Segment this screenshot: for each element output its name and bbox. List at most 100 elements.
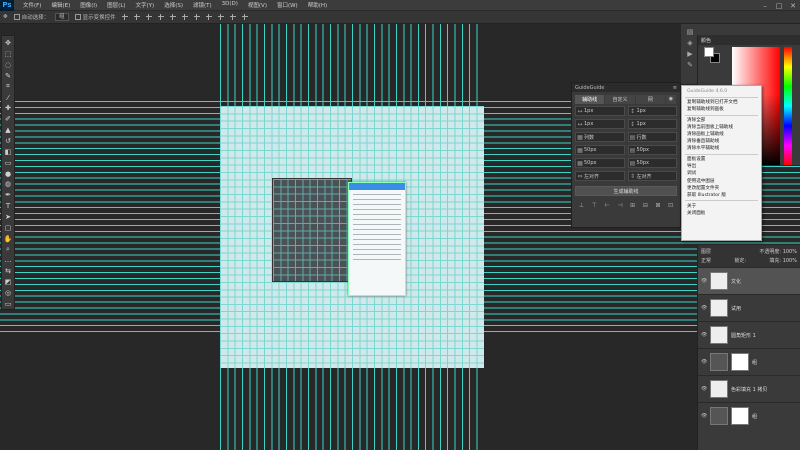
context-menu-item[interactable]: 关于: [682, 203, 761, 210]
hand-tool-icon[interactable]: ✋: [3, 234, 13, 244]
fill-label[interactable]: 填充: 100%: [769, 257, 797, 264]
layer-row[interactable]: 👁 组: [698, 402, 800, 429]
distribute-icon[interactable]: [193, 13, 201, 21]
3d-mode-icon[interactable]: [229, 13, 237, 21]
context-menu-item[interactable]: 更改配置文件夹: [682, 185, 761, 192]
align-right-icon[interactable]: [145, 13, 153, 21]
tab-guides[interactable]: 辅助线: [575, 94, 605, 104]
menu-item[interactable]: 窗口(W): [272, 1, 303, 9]
align-left-icon[interactable]: [121, 13, 129, 21]
gradient-tool-icon[interactable]: ▭: [3, 158, 13, 168]
context-menu-item[interactable]: 清除画板上辅助线: [682, 131, 761, 138]
menu-item[interactable]: 选择(S): [159, 1, 188, 9]
maximize-icon[interactable]: □: [772, 0, 786, 11]
layers-tab[interactable]: 图层: [701, 248, 711, 255]
menu-item[interactable]: 帮助(H): [303, 1, 332, 9]
menu-item[interactable]: 图层(L): [102, 1, 130, 9]
document-canvas[interactable]: [220, 106, 484, 368]
screen-mode-icon[interactable]: ▭: [3, 299, 13, 309]
context-menu-item[interactable]: 调试: [682, 170, 761, 177]
eyedropper-tool-icon[interactable]: ⁄: [3, 93, 13, 103]
visibility-eye-icon[interactable]: 👁: [701, 386, 707, 392]
visibility-eye-icon[interactable]: 👁: [701, 278, 707, 284]
guide-position-icon[interactable]: ⊤: [592, 202, 597, 209]
menu-item[interactable]: 文字(Y): [131, 1, 160, 9]
align-bottom-icon[interactable]: [181, 13, 189, 21]
panel-menu-icon[interactable]: ≡: [673, 85, 677, 91]
context-menu-item[interactable]: 使用选中图层: [682, 178, 761, 185]
visibility-eye-icon[interactable]: 👁: [701, 413, 707, 419]
properties-icon[interactable]: ◈: [687, 39, 692, 47]
history-brush-icon[interactable]: ↺: [3, 136, 13, 146]
visibility-eye-icon[interactable]: 👁: [701, 305, 707, 311]
fg-bg-swatch[interactable]: [704, 47, 722, 65]
guideguide-input[interactable]: ↔ 1px: [575, 119, 625, 129]
guide-position-icon[interactable]: ⊞: [630, 202, 635, 209]
guide-position-icon[interactable]: ⊠: [655, 202, 660, 209]
visibility-eye-icon[interactable]: 👁: [701, 332, 707, 338]
menu-item[interactable]: 图像(I): [75, 1, 102, 9]
guideguide-input[interactable]: ↔ 1px: [575, 106, 625, 116]
minimize-icon[interactable]: –: [758, 0, 772, 11]
layer-row[interactable]: 👁 圆角矩形 1: [698, 321, 800, 348]
context-menu-item[interactable]: 面板设置: [682, 156, 761, 163]
guideguide-input[interactable]: ▦ 列数: [575, 132, 625, 142]
menu-item[interactable]: 3D(D): [217, 1, 243, 9]
distribute-h-icon[interactable]: [205, 13, 213, 21]
healing-tool-icon[interactable]: ✚: [3, 104, 13, 114]
guideguide-input[interactable]: ▤ 50px: [627, 145, 677, 155]
blur-tool-icon[interactable]: ●: [3, 169, 13, 179]
make-guides-button[interactable]: 生成辅助线: [575, 186, 677, 196]
eraser-tool-icon[interactable]: ◧: [3, 147, 13, 157]
align-middle-icon[interactable]: [169, 13, 177, 21]
guideguide-input[interactable]: ↕ 1px: [627, 106, 677, 116]
guideguide-input[interactable]: ▤ 50px: [627, 158, 677, 168]
context-menu-item[interactable]: 复制辅助线到已打开文档: [682, 99, 761, 106]
context-menu-item[interactable]: 获取 Illustrator 版: [682, 192, 761, 199]
pen-tool-icon[interactable]: ✒: [3, 190, 13, 200]
menu-item[interactable]: 滤镜(T): [188, 1, 217, 9]
3d-rotate-icon[interactable]: [241, 13, 249, 21]
path-select-tool-icon[interactable]: ➤: [3, 212, 13, 222]
guideguide-input[interactable]: ⇔ 左对齐: [575, 171, 625, 181]
quick-select-tool-icon[interactable]: ✎: [3, 71, 13, 81]
align-center-icon[interactable]: [133, 13, 141, 21]
type-tool-icon[interactable]: T: [3, 201, 13, 211]
guideguide-input[interactable]: ▤ 行数: [627, 132, 677, 142]
zoom-tool-icon[interactable]: ⌕: [3, 245, 13, 255]
layer-row[interactable]: 👁 文化: [698, 267, 800, 294]
menu-item[interactable]: 编辑(E): [46, 1, 75, 9]
tab-custom[interactable]: 自定义: [605, 94, 635, 104]
context-menu-item[interactable]: 清除当前图板上辅助线: [682, 124, 761, 131]
more-tools-icon[interactable]: …: [3, 255, 13, 265]
quick-mask-icon[interactable]: ◎: [3, 288, 13, 298]
context-menu-item[interactable]: 清除垂直辅助线: [682, 138, 761, 145]
align-top-icon[interactable]: [157, 13, 165, 21]
color-tab[interactable]: 颜色: [698, 35, 800, 45]
marquee-tool-icon[interactable]: ⬚: [3, 49, 13, 59]
distribute-v-icon[interactable]: [217, 13, 225, 21]
hue-slider[interactable]: [784, 47, 792, 165]
guideguide-input[interactable]: ↕ 1px: [627, 119, 677, 129]
crop-tool-icon[interactable]: ⌗: [3, 82, 13, 92]
actions-icon[interactable]: ▶: [687, 50, 692, 58]
guide-position-icon[interactable]: ⊟: [643, 202, 648, 209]
eye-icon[interactable]: ◉: [665, 94, 676, 104]
dodge-tool-icon[interactable]: ◍: [3, 179, 13, 189]
close-icon[interactable]: ✕: [786, 0, 800, 11]
history-icon[interactable]: ▤: [687, 28, 694, 36]
context-menu-item[interactable]: 复制辅助线到画板: [682, 106, 761, 113]
menu-item[interactable]: 视图(V): [243, 1, 272, 9]
brush-panel-icon[interactable]: ✎: [687, 61, 693, 69]
tab-grid[interactable]: 网: [635, 94, 665, 104]
context-menu-item[interactable]: 清除水平辅助线: [682, 145, 761, 152]
layer-row[interactable]: 👁 试用: [698, 294, 800, 321]
guideguide-input[interactable]: ▦ 50px: [575, 158, 625, 168]
context-menu-item[interactable]: 导出: [682, 163, 761, 170]
swap-colors-icon[interactable]: ⇆: [3, 266, 13, 276]
move-tool-icon[interactable]: ✥: [3, 14, 8, 20]
auto-select-checkbox[interactable]: 自动选择：: [13, 13, 49, 21]
stamp-tool-icon[interactable]: ▲: [3, 125, 13, 135]
opacity-label[interactable]: 不透明度: 100%: [759, 248, 797, 255]
layer-row[interactable]: 👁 色彩填充 1 拷贝: [698, 375, 800, 402]
